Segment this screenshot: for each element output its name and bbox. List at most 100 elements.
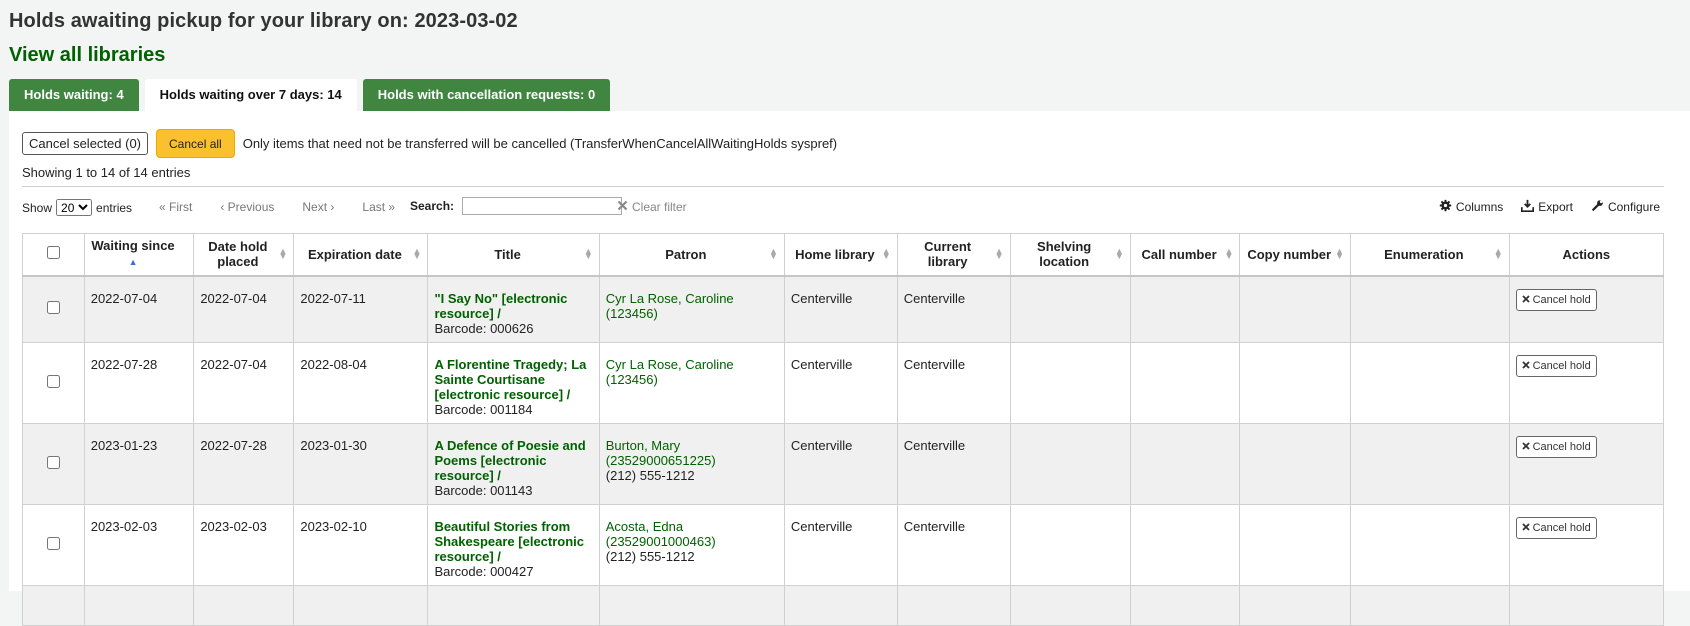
header-call-number[interactable]: Call number ▲ ▼	[1129, 233, 1241, 277]
previous-page-link[interactable]: ‹ Previous	[220, 200, 274, 214]
header-patron[interactable]: Patron ▲ ▼	[598, 233, 785, 277]
sort-icon: ▲ ▼	[1114, 246, 1124, 261]
header-home-library[interactable]: Home library ▲ ▼	[783, 233, 898, 277]
cancel-hold-button[interactable]: Cancel hold	[1515, 436, 1597, 458]
cell-date-placed	[193, 584, 295, 626]
cell-patron: Burton, Mary (23529000651225) (212) 555-1…	[598, 422, 785, 505]
barcode-text: Barcode: 000626	[434, 320, 534, 336]
last-page-link[interactable]: Last »	[362, 200, 395, 214]
header-expiration-date[interactable]: Expiration date ▲ ▼	[293, 233, 429, 277]
cell-shelving-location	[1009, 275, 1131, 343]
header-current-library[interactable]: Current library ▲ ▼	[896, 233, 1011, 277]
search-control: Search:	[410, 197, 623, 215]
row-checkbox[interactable]	[46, 536, 60, 550]
cell-patron: Cyr La Rose, Caroline (123456)	[598, 275, 785, 343]
close-icon	[1521, 293, 1530, 308]
header-waiting-since[interactable]: Waiting since ▲	[83, 233, 195, 277]
title-link[interactable]: "I Say No" [electronic resource] /	[434, 291, 567, 321]
next-page-link[interactable]: Next ›	[302, 200, 334, 214]
patron-link[interactable]: Burton, Mary (23529000651225)	[606, 438, 716, 468]
title-link[interactable]: A Defence of Poesie and Poems [electroni…	[434, 438, 585, 483]
patron-link[interactable]: Cyr La Rose, Caroline (123456)	[606, 291, 734, 321]
page-length-select[interactable]: 20	[56, 199, 93, 216]
header-copy-number[interactable]: Copy number ▲ ▼	[1239, 233, 1352, 277]
header-shelving-location[interactable]: Shelving location ▲ ▼	[1009, 233, 1131, 277]
cell-title: A Florentine Tragedy; La Sainte Courtisa…	[427, 341, 600, 424]
cell-call-number	[1129, 275, 1241, 343]
first-page-link[interactable]: « First	[159, 200, 192, 214]
cell-current-library: Centerville	[896, 422, 1011, 505]
title-link[interactable]: Beautiful Stories from Shakespeare [elec…	[434, 519, 584, 564]
cell-actions: Cancel hold	[1508, 422, 1665, 505]
cell-home-library	[783, 584, 898, 626]
tab-panel: Cancel selected (0) Cancel all Only item…	[9, 111, 1690, 626]
tab-holds-cancellation-requests[interactable]: Holds with cancellation requests: 0	[362, 79, 611, 111]
cancel-hold-button[interactable]: Cancel hold	[1515, 517, 1597, 539]
sort-icon: ▲ ▼	[1224, 246, 1234, 261]
cancel-hold-button[interactable]: Cancel hold	[1515, 289, 1597, 311]
select-all-header	[22, 233, 85, 277]
table-toolbar: Show 20 entries « First ‹ Previous Next …	[22, 195, 1664, 219]
cell-waiting-since: 2022-07-04	[83, 275, 195, 343]
header-date-placed[interactable]: Date hold placed ▲ ▼	[193, 233, 295, 277]
cell-date-placed: 2022-07-04	[193, 275, 295, 343]
sort-icon: ▲ ▼	[1493, 246, 1503, 261]
actions-bar: Cancel selected (0) Cancel all Only item…	[22, 129, 837, 158]
cell-expiration-date: 2023-01-30	[293, 422, 429, 505]
header-enumeration[interactable]: Enumeration ▲ ▼	[1350, 233, 1510, 277]
pagination: « First ‹ Previous Next › Last »	[159, 200, 395, 214]
cell-title: A Defence of Poesie and Poems [electroni…	[427, 422, 600, 505]
cancel-hold-button[interactable]: Cancel hold	[1515, 355, 1597, 377]
row-select-cell	[22, 422, 85, 505]
cancel-all-button[interactable]: Cancel all	[156, 129, 235, 158]
header-title[interactable]: Title ▲ ▼	[427, 233, 600, 277]
table-row: 2023-01-23 2022-07-28 2023-01-30 A Defen…	[22, 422, 1665, 505]
cell-date-placed: 2023-02-03	[193, 503, 295, 586]
cell-waiting-since: 2023-02-03	[83, 503, 195, 586]
search-input[interactable]	[462, 197, 623, 215]
cancel-all-note: Only items that need not be transferred …	[242, 136, 838, 151]
patron-link[interactable]: Acosta, Edna (23529001000463)	[606, 519, 716, 549]
export-button[interactable]: Export	[1521, 199, 1573, 215]
sort-icon: ▲ ▼	[583, 246, 593, 261]
select-all-checkbox[interactable]	[46, 246, 60, 260]
tab-holds-waiting-over-7-days[interactable]: Holds waiting over 7 days: 14	[144, 79, 357, 111]
columns-label: Columns	[1455, 200, 1504, 214]
barcode-text: Barcode: 001143	[434, 482, 533, 498]
cell-current-library	[896, 584, 1011, 626]
columns-button[interactable]: Columns	[1439, 199, 1503, 215]
cell-actions: Cancel hold	[1508, 275, 1665, 343]
cancel-selected-button[interactable]: Cancel selected (0)	[22, 132, 148, 155]
title-link[interactable]: A Florentine Tragedy; La Sainte Courtisa…	[434, 357, 586, 402]
header-label: Patron	[665, 246, 707, 262]
cell-call-number	[1129, 503, 1241, 586]
cell-title	[427, 584, 600, 626]
sort-icon: ▲ ▼	[769, 246, 778, 261]
view-all-libraries-link[interactable]: View all libraries	[9, 44, 165, 67]
header-label: Expiration date	[307, 246, 402, 262]
table-tools: Columns Export Configure	[1439, 199, 1660, 215]
row-checkbox[interactable]	[46, 374, 60, 388]
cell-date-placed: 2022-07-04	[193, 341, 295, 424]
patron-link[interactable]: Cyr La Rose, Caroline (123456)	[606, 357, 734, 387]
header-label: Call number	[1141, 246, 1217, 262]
cell-current-library: Centerville	[896, 275, 1011, 343]
clear-filter-button[interactable]: Clear filter	[617, 200, 687, 214]
cell-copy-number	[1239, 422, 1352, 505]
row-checkbox[interactable]	[46, 455, 60, 469]
cancel-hold-label: Cancel hold	[1532, 521, 1591, 534]
cell-enumeration	[1350, 584, 1510, 626]
tab-holds-waiting[interactable]: Holds waiting: 4	[9, 79, 139, 111]
header-label: Shelving location	[1037, 239, 1092, 270]
configure-button[interactable]: Configure	[1591, 199, 1660, 215]
entries-label: entries	[96, 200, 133, 215]
header-label: Title	[494, 246, 521, 262]
barcode-text: Barcode: 001184	[434, 401, 533, 417]
download-icon	[1521, 199, 1535, 215]
cell-waiting-since: 2022-07-28	[83, 341, 195, 424]
header-actions: Actions	[1508, 233, 1665, 277]
row-select-cell	[22, 275, 85, 343]
row-checkbox[interactable]	[46, 301, 60, 314]
sort-icon: ▲ ▼	[412, 246, 422, 261]
cancel-hold-label: Cancel hold	[1532, 359, 1591, 372]
